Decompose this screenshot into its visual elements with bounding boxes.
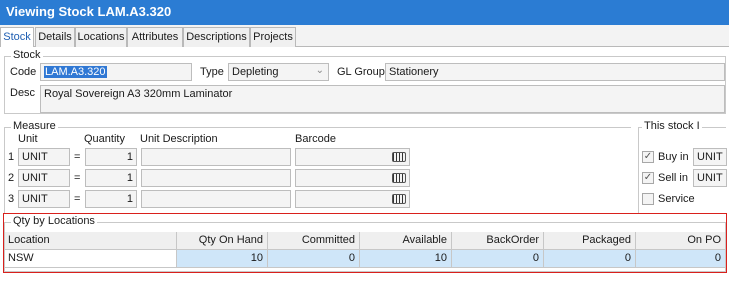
measure-quantity-field[interactable]: 1 <box>85 169 137 187</box>
type-value: Depleting <box>232 66 279 78</box>
buy-in-checkbox[interactable]: ✓ <box>642 151 654 163</box>
service-label: Service <box>658 193 695 205</box>
column-header-on-po[interactable]: On PO <box>636 232 726 250</box>
service-checkbox[interactable] <box>642 193 654 205</box>
this-stock-group-label: This stock I <box>642 120 702 132</box>
measure-barcode-field[interactable] <box>295 190 410 208</box>
backorder-cell[interactable]: 0 <box>452 250 544 268</box>
column-header-location[interactable]: Location <box>5 232 177 250</box>
code-label: Code <box>10 66 37 78</box>
sell-in-checkbox[interactable]: ✓ <box>642 172 654 184</box>
measure-unit-description-field[interactable] <box>141 190 291 208</box>
buy-in-label: Buy in <box>658 151 689 163</box>
unit-header: Unit <box>18 133 38 145</box>
qty-on-hand-cell[interactable]: 10 <box>177 250 268 268</box>
measure-unit-field[interactable]: UNIT <box>18 190 70 208</box>
measure-row-index: 3 <box>8 193 15 205</box>
gl-group-field[interactable]: Stationery <box>385 63 725 81</box>
column-header-qty-on-hand[interactable]: Qty On Hand <box>177 232 268 250</box>
committed-cell[interactable]: 0 <box>268 250 360 268</box>
tab-descriptions[interactable]: Descriptions <box>183 27 250 47</box>
barcode-icon[interactable] <box>392 194 406 204</box>
available-cell[interactable]: 10 <box>360 250 452 268</box>
tab-bar: Stock Details Locations Attributes Descr… <box>0 27 729 48</box>
equals-sign: = <box>74 151 81 163</box>
locations-header-row: Location Qty On Hand Committed Available… <box>5 232 726 250</box>
measure-quantity-field[interactable]: 1 <box>85 190 137 208</box>
measure-group-label: Measure <box>11 120 58 132</box>
on-po-cell[interactable]: 0 <box>636 250 726 268</box>
measure-unit-description-field[interactable] <box>141 148 291 166</box>
desc-field[interactable]: Royal Sovereign A3 320mm Laminator <box>40 85 725 113</box>
type-select[interactable]: Depleting ⌄ <box>228 63 329 81</box>
stock-group-label: Stock <box>11 49 43 61</box>
quantity-header: Quantity <box>84 133 125 145</box>
column-header-backorder[interactable]: BackOrder <box>452 232 544 250</box>
packaged-cell[interactable]: 0 <box>544 250 636 268</box>
barcode-header: Barcode <box>295 133 336 145</box>
chevron-down-icon: ⌄ <box>315 65 324 76</box>
sell-in-unit-field[interactable]: UNIT <box>693 169 727 187</box>
column-header-committed[interactable]: Committed <box>268 232 360 250</box>
measure-row-index: 1 <box>8 151 15 163</box>
location-cell[interactable]: NSW <box>5 250 177 268</box>
window-title: Viewing Stock LAM.A3.320 <box>0 0 729 25</box>
buy-in-unit-field[interactable]: UNIT <box>693 148 727 166</box>
barcode-icon[interactable] <box>392 152 406 162</box>
desc-label: Desc <box>10 87 36 99</box>
tab-details[interactable]: Details <box>35 27 75 47</box>
barcode-icon[interactable] <box>392 173 406 183</box>
measure-unit-field[interactable]: UNIT <box>18 169 70 187</box>
unit-description-header: Unit Description <box>140 133 218 145</box>
tab-attributes[interactable]: Attributes <box>127 27 183 47</box>
tab-projects[interactable]: Projects <box>250 27 296 47</box>
column-header-available[interactable]: Available <box>360 232 452 250</box>
type-label: Type <box>200 66 224 78</box>
measure-quantity-field[interactable]: 1 <box>85 148 137 166</box>
sell-in-label: Sell in <box>658 172 688 184</box>
code-value: LAM.A3.320 <box>44 66 107 78</box>
tab-stock[interactable]: Stock <box>0 27 34 48</box>
table-row[interactable]: NSW 10 0 10 0 0 0 <box>5 250 726 268</box>
column-header-packaged[interactable]: Packaged <box>544 232 636 250</box>
measure-row-index: 2 <box>8 172 15 184</box>
tab-locations[interactable]: Locations <box>75 27 127 47</box>
measure-barcode-field[interactable] <box>295 169 410 187</box>
measure-unit-field[interactable]: UNIT <box>18 148 70 166</box>
measure-unit-description-field[interactable] <box>141 169 291 187</box>
measure-barcode-field[interactable] <box>295 148 410 166</box>
code-field[interactable]: LAM.A3.320 <box>40 63 192 81</box>
equals-sign: = <box>74 172 81 184</box>
gl-group-label: GL Group <box>337 66 385 78</box>
equals-sign: = <box>74 193 81 205</box>
qty-by-locations-label: Qty by Locations <box>11 215 97 227</box>
